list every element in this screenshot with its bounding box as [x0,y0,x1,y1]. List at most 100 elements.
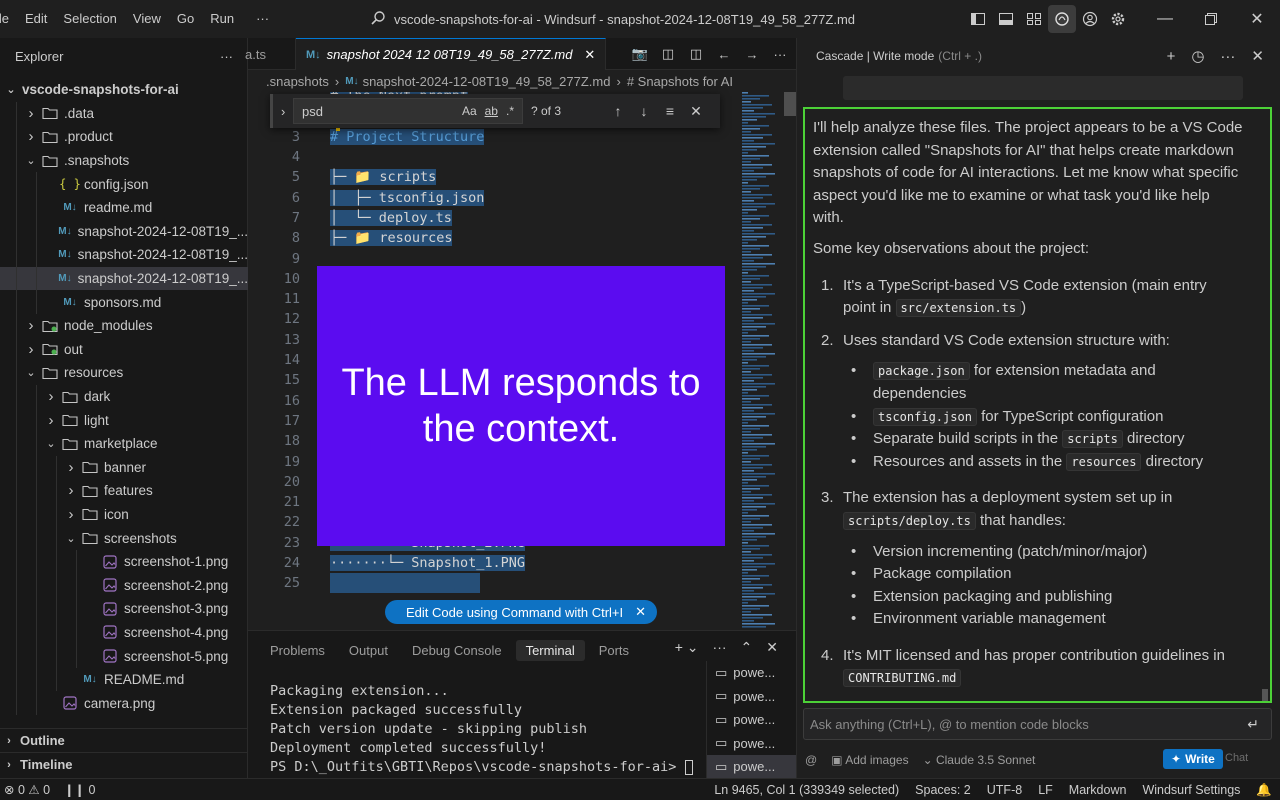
menu-edit[interactable]: Edit [17,0,55,38]
split-editor-icon[interactable]: ◫ [684,46,708,62]
tree-folder[interactable]: › .product [0,125,248,149]
chat-mode-button[interactable]: Chat [1225,752,1248,764]
menu-view[interactable]: View [125,0,169,38]
notifications-icon[interactable]: 🔔 [1248,783,1280,798]
tab-output[interactable]: Output [339,640,398,661]
toggle-panel-icon[interactable] [992,5,1020,33]
problems-status[interactable]: ⊗ 0 ⚠ 0 [4,782,50,797]
tree-folder[interactable]: › light [0,408,248,432]
breadcrumb-symbol[interactable]: # Snapshots for AI [627,74,733,89]
tree-folder[interactable]: › banner [0,455,248,480]
restore-icon[interactable] [1188,0,1234,38]
tree-file[interactable]: screenshot-1.png [0,549,248,574]
tree-folder[interactable]: ⌄ resources [0,361,248,385]
settings-gear-icon[interactable] [1104,5,1132,33]
edit-code-hint[interactable]: Edit Code using Command with Ctrl+I ✕ [385,600,657,624]
terminal-instance[interactable]: ▭ powe... [707,685,796,709]
cascade-input[interactable]: Ask anything (Ctrl+L), @ to mention code… [803,708,1272,740]
tree-file[interactable]: M↓ snapshot-2024-12-08T19_... [0,219,248,244]
go-forward-icon[interactable]: → [740,47,764,62]
tree-folder[interactable]: › icon [0,502,248,527]
tree-folder[interactable]: › out [0,337,248,362]
breadcrumb-folder[interactable]: .snapshots [266,74,329,89]
tree-file[interactable]: screenshot-4.png [0,620,248,645]
find-in-selection-icon[interactable]: ≡ [657,103,683,119]
indentation[interactable]: Spaces: 2 [907,783,979,797]
breadcrumb-file[interactable]: snapshot-2024-12-08T19_49_58_277Z.md [363,74,611,89]
tree-folder[interactable]: › .data [0,101,248,126]
minimap[interactable] [740,92,782,628]
editor-scrollbar-thumb[interactable] [784,92,796,116]
terminal-instance[interactable]: ▭ powe... [707,708,796,732]
tree-folder[interactable]: › node_modules [0,313,248,338]
find-input[interactable]: psd Aa ab .* [293,98,523,124]
tab-debug-console[interactable]: Debug Console [402,640,512,661]
editor-more-icon[interactable]: ··· [768,47,792,62]
history-icon[interactable]: ◷ [1191,47,1204,65]
find-close-icon[interactable]: ✕ [683,103,709,120]
tree-file[interactable]: { } config.json [0,172,248,196]
timeline-section[interactable]: › Timeline [0,752,248,776]
tree-file[interactable]: M↓ README.md [0,667,248,692]
go-back-icon[interactable]: ← [712,47,736,62]
model-selector[interactable]: ⌄ Claude 3.5 Sonnet [923,753,1036,767]
tab-terminal[interactable]: Terminal [515,639,585,661]
open-preview-icon[interactable]: ◫ [656,46,680,62]
windsurf-settings[interactable]: Windsurf Settings [1134,783,1248,797]
tree-file[interactable]: screenshot-2.png [0,573,248,598]
menu-more[interactable]: ··· [242,0,277,38]
regex-toggle[interactable]: .* [506,104,514,118]
tree-folder[interactable]: ⌄ screenshots [0,526,248,550]
menu-go[interactable]: Go [169,0,202,38]
arrow-down-icon[interactable]: ↓ [631,103,657,119]
account-icon[interactable] [1076,5,1104,33]
terminal-output[interactable]: Packaging extension... Extension package… [270,683,693,778]
tree-file[interactable]: screenshot-5.png [0,644,248,668]
tree-folder[interactable]: ⌄ .snapshots [0,148,248,173]
explorer-more-icon[interactable]: ··· [220,49,233,64]
arrow-up-icon[interactable]: ↑ [605,103,631,119]
ports-status[interactable]: ❙❙ 0 [64,782,95,797]
write-mode-button[interactable]: ✦ Write [1163,749,1223,769]
minimize-icon[interactable]: — [1142,0,1188,38]
terminal-instance[interactable]: ▭ powe... [707,661,796,685]
terminal-instance[interactable]: ▭ powe... [707,755,796,779]
cascade-more-icon[interactable]: ··· [1220,48,1235,65]
hint-close-icon[interactable]: ✕ [635,604,646,620]
new-conversation-icon[interactable]: + [1167,48,1176,65]
terminal-instance[interactable]: ▭ powe... [707,732,796,756]
tab-close-icon[interactable]: ✕ [584,47,595,63]
toggle-sidebar-icon[interactable] [964,5,992,33]
encoding[interactable]: UTF-8 [979,783,1030,797]
cursor-position[interactable]: Ln 9465, Col 1 (339349 selected) [706,783,907,797]
response-scrollbar[interactable] [1262,689,1268,701]
tree-root[interactable]: ⌄ vscode-snapshots-for-ai [0,78,248,102]
cascade-toggle-icon[interactable] [1048,5,1076,33]
match-case-toggle[interactable]: Aa [462,104,477,118]
tree-file[interactable]: M↓ sponsors.md [0,290,248,314]
tab-ports[interactable]: Ports [589,640,639,661]
command-center[interactable]: vscode-snapshots-for-ai - Windsurf - sna… [370,0,855,38]
panel-more-icon[interactable]: ··· [713,639,727,656]
tree-file[interactable]: M↓ snapshot-2024-12-08T19_... [0,243,248,267]
tree-folder[interactable]: ⌄ marketplace [0,431,248,456]
tab-problems[interactable]: Problems [260,640,335,661]
tree-folder[interactable]: › features [0,479,248,503]
cascade-close-icon[interactable]: ✕ [1251,47,1264,65]
menu-selection[interactable]: Selection [55,0,124,38]
chevron-right-icon[interactable]: › [281,104,285,119]
tab-snapshot-md[interactable]: M↓ snapshot 2024 12 08T19_49_58_277Z.md … [296,38,607,70]
menu-file[interactable]: ile [0,0,17,38]
line-ending[interactable]: LF [1030,783,1061,797]
tree-file[interactable]: M↓ snapshot-2024-12-08T19_... [0,266,248,291]
mention-icon[interactable]: @ [805,753,817,767]
close-icon[interactable]: ✕ [1234,0,1280,38]
enter-icon[interactable]: ↵ [1247,716,1259,733]
layout-icon[interactable] [1020,5,1048,33]
menu-run[interactable]: Run [202,0,242,38]
maximize-panel-icon[interactable]: ⌃ [741,639,753,656]
outline-section[interactable]: › Outline [0,728,248,752]
language-mode[interactable]: Markdown [1061,783,1135,797]
add-images-button[interactable]: ▣ Add images [831,753,908,767]
close-panel-icon[interactable]: ✕ [766,639,778,656]
